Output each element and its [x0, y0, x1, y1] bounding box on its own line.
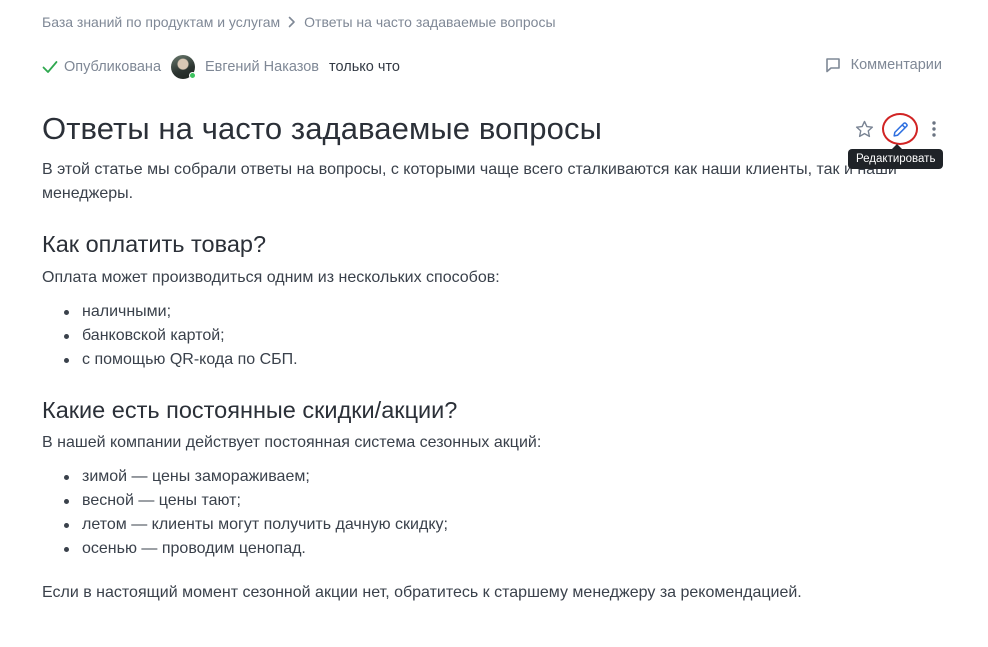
page-title: Ответы на часто задаваемые вопросы: [42, 111, 602, 146]
section-lead: В нашей компании действует постоянная си…: [42, 434, 542, 451]
published-time: только что: [329, 59, 400, 75]
status-label: Опубликована: [64, 59, 162, 75]
more-vertical-icon: [932, 121, 936, 137]
section-heading: Как оплатить товар?: [42, 231, 267, 257]
comment-icon: [825, 58, 840, 73]
breadcrumb-item-knowledge-base[interactable]: База знаний по продуктам и услугам: [42, 14, 280, 30]
section-lead: Оплата может производиться одним из неск…: [42, 269, 500, 286]
article-actions: [852, 113, 944, 145]
list-item: осенью — проводим ценопад.: [64, 537, 922, 561]
list-item: наличными;: [64, 300, 922, 324]
section-list: наличными; банковской картой; с помощью …: [42, 300, 922, 372]
article-intro: В этой статье мы собрали ответы на вопро…: [42, 161, 897, 202]
more-options-button[interactable]: [924, 117, 944, 141]
section-list: зимой — цены замораживаем; весной — цены…: [42, 465, 922, 561]
author-name[interactable]: Евгений Наказов: [205, 59, 319, 75]
article-outro: Если в настоящий момент сезонной акции н…: [42, 584, 802, 601]
online-indicator: [189, 72, 197, 79]
favorite-button[interactable]: [852, 117, 876, 141]
section-heading: Какие есть постоянные скидки/акции?: [42, 397, 458, 423]
list-item: весной — цены тают;: [64, 489, 922, 513]
page: База знаний по продуктам и услугам Ответ…: [0, 0, 988, 647]
chevron-right-icon: [288, 16, 296, 28]
author-avatar-wrap[interactable]: [161, 55, 205, 79]
pencil-icon: [892, 121, 908, 137]
check-icon: [42, 61, 58, 73]
status-badge: Опубликована: [42, 59, 161, 75]
list-item: банковской картой;: [64, 324, 922, 348]
breadcrumb-item-faq[interactable]: Ответы на часто задаваемые вопросы: [304, 14, 555, 30]
list-item: с помощью QR-кода по СБП.: [64, 348, 922, 372]
article-body: В этой статье мы собрали ответы на вопро…: [42, 158, 922, 605]
breadcrumb: База знаний по продуктам и услугам Ответ…: [42, 14, 556, 30]
list-item: летом — клиенты могут получить дачную ск…: [64, 513, 922, 537]
comments-button[interactable]: Комментарии: [825, 57, 942, 73]
list-item: зимой — цены замораживаем;: [64, 465, 922, 489]
edit-button[interactable]: [882, 113, 918, 145]
article-meta: Опубликована Евгений Наказов только что: [42, 54, 400, 80]
comments-label: Комментарии: [850, 57, 942, 73]
star-icon: [855, 120, 873, 137]
edit-tooltip: Редактировать: [848, 144, 944, 169]
